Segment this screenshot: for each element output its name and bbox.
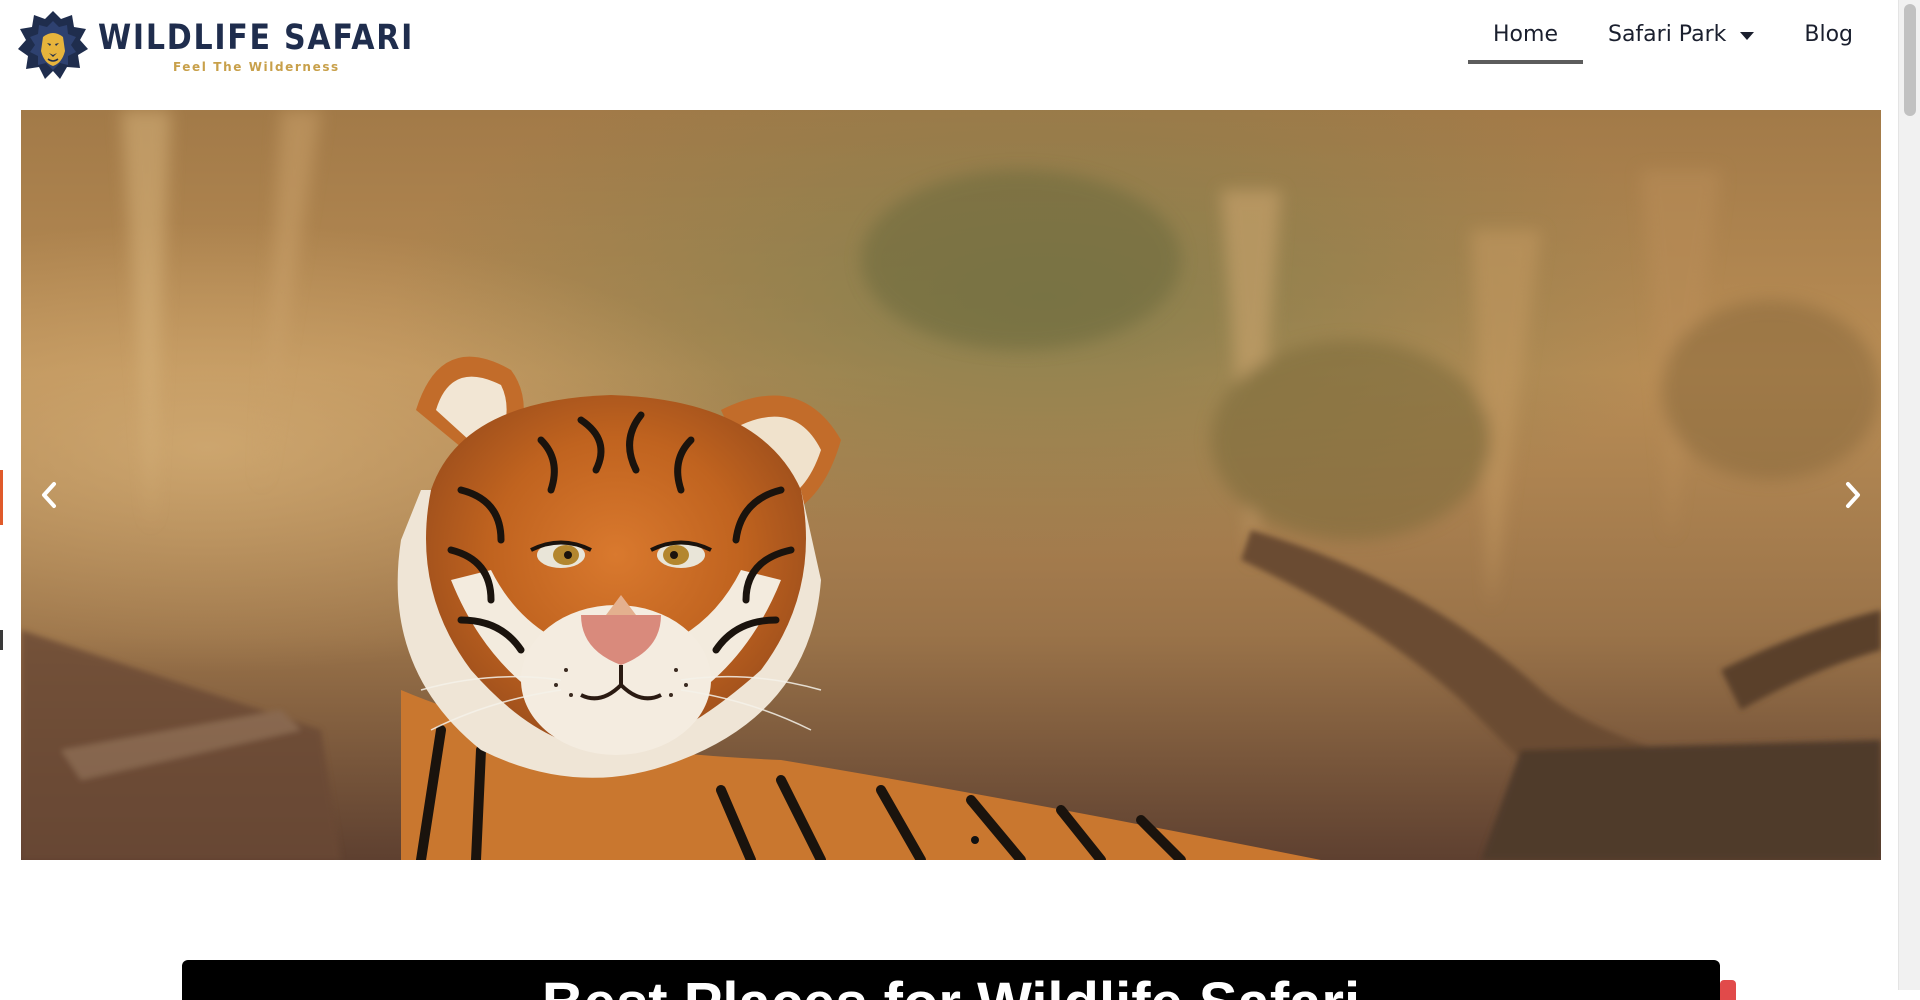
chevron-right-icon (1846, 482, 1860, 508)
nav-item-blog-label: Blog (1804, 22, 1853, 47)
site-header: WILDLIFE SAFARI Feel The Wilderness Home… (0, 0, 1898, 110)
main-nav: Home Safari Park Blog (1468, 16, 1878, 64)
slider-pagination-dot[interactable] (971, 836, 979, 844)
section-title: Best Places for Wildlife Safari (182, 970, 1720, 1000)
nav-item-home[interactable]: Home (1468, 16, 1583, 64)
scrollbar-thumb[interactable] (1904, 4, 1916, 116)
chevron-left-icon (42, 482, 56, 508)
hero-slider (21, 110, 1881, 860)
brand-title: WILDLIFE SAFARI (98, 17, 415, 58)
brand-tagline: Feel The Wilderness (173, 59, 340, 74)
edge-widget-mid (0, 470, 3, 525)
lion-logo-icon (18, 11, 88, 79)
edge-widget-bottom (0, 630, 3, 650)
nav-item-safari-park[interactable]: Safari Park (1583, 16, 1779, 64)
caret-down-icon (1740, 32, 1755, 40)
nav-item-home-label: Home (1493, 22, 1558, 47)
slider-prev-button[interactable] (29, 460, 69, 530)
section-heading-banner: Best Places for Wildlife Safari (182, 960, 1720, 1000)
nav-item-blog[interactable]: Blog (1779, 16, 1878, 64)
nav-item-safari-park-label: Safari Park (1607, 22, 1727, 47)
floating-widget-tab[interactable] (1720, 980, 1736, 1000)
page-scrollbar[interactable] (1898, 0, 1920, 990)
site-logo[interactable]: WILDLIFE SAFARI Feel The Wilderness (16, 8, 412, 84)
slider-next-button[interactable] (1833, 460, 1873, 530)
tiger-slide-image (21, 110, 1881, 860)
